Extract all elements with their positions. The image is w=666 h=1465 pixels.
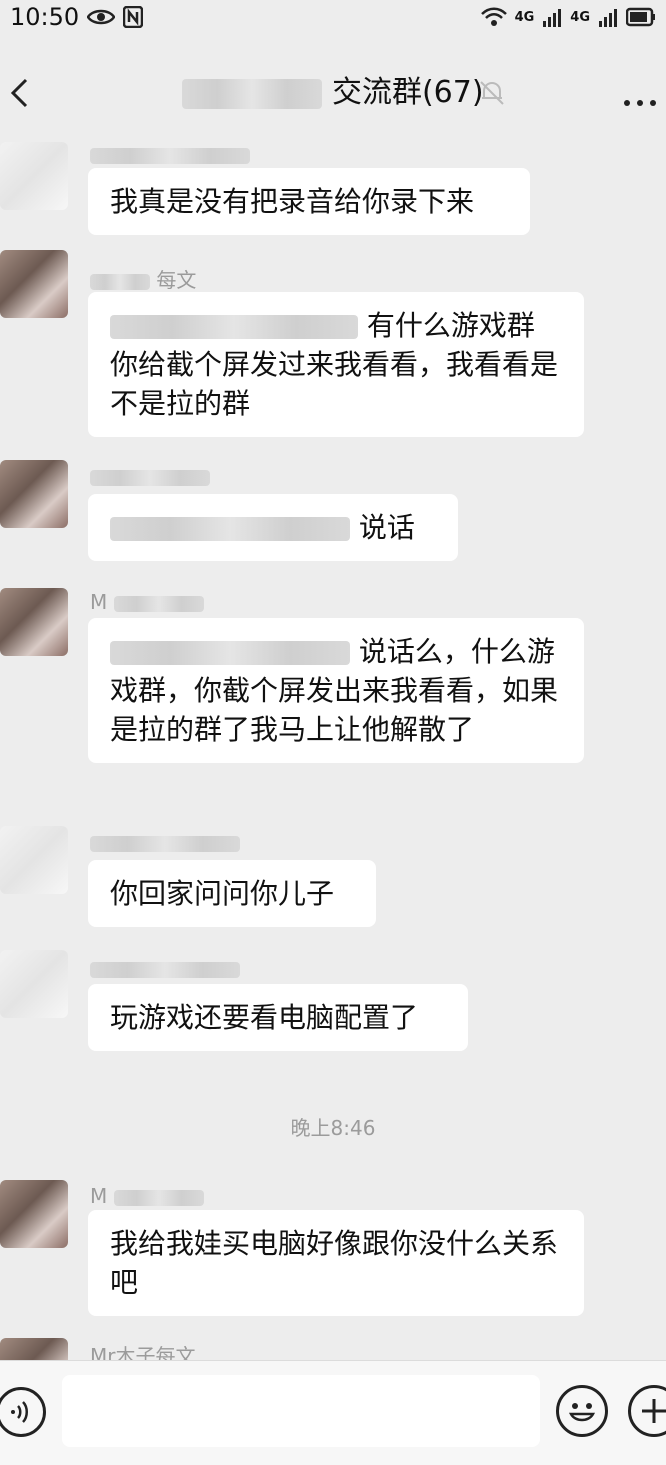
message-text: 玩游戏还要看电脑配置了 <box>110 1001 419 1034</box>
message-bubble[interactable]: 说话么，什么游戏群，你截个屏发出来我看看，如果是拉的群了我马上让他解散了 <box>88 618 584 763</box>
message-bubble[interactable]: 你回家问问你儿子 <box>88 860 376 927</box>
sender-name-text: M <box>90 1184 108 1208</box>
avatar[interactable] <box>0 588 68 656</box>
wifi-icon <box>480 7 507 26</box>
message-text: 你回家问问你儿子 <box>110 877 335 910</box>
avatar[interactable] <box>0 142 68 210</box>
message-text: 我给我娃买电脑好像跟你没什么关系吧 <box>110 1227 559 1299</box>
sender-name: M <box>90 590 204 614</box>
sender-name: M <box>90 1184 204 1208</box>
voice-icon[interactable] <box>0 1387 46 1437</box>
chat-title-text: 交流群(67) <box>331 75 484 110</box>
sender-name-redacted <box>90 142 250 166</box>
avatar[interactable] <box>0 950 68 1018</box>
sender-name-text: 每文 <box>156 268 197 292</box>
message-bubble[interactable]: 我真是没有把录音给你录下来 <box>88 168 530 235</box>
chat-area[interactable]: 我真是没有把录音给你录下来 每文 有什么游戏群你给截个屏发过来我看看，我看看是不… <box>0 130 666 1360</box>
avatar[interactable] <box>0 460 68 528</box>
more-options-icon[interactable] <box>622 86 658 114</box>
message-text: 我真是没有把录音给你录下来 <box>110 185 475 218</box>
message-bubble[interactable]: 我给我娃买电脑好像跟你没什么关系吧 <box>88 1210 584 1316</box>
message-text: 说话 <box>358 511 415 544</box>
message-input[interactable] <box>62 1375 540 1447</box>
plus-icon[interactable] <box>628 1385 666 1437</box>
mention-redaction <box>110 315 358 339</box>
mention-redaction <box>110 641 350 665</box>
sender-name: 每文 <box>90 264 196 293</box>
mention-redaction <box>110 517 350 541</box>
signal-icon-1 <box>543 9 562 27</box>
sender-name-redacted <box>90 464 210 488</box>
signal-label-1: 4G <box>514 9 535 25</box>
avatar[interactable] <box>0 826 68 894</box>
battery-icon <box>626 7 655 27</box>
message-bubble[interactable]: 说话 <box>88 494 458 561</box>
message-bubble[interactable]: 玩游戏还要看电脑配置了 <box>88 984 468 1051</box>
mute-bell-icon <box>480 81 504 105</box>
title-redaction <box>182 78 323 109</box>
signal-label-2: 4G <box>570 9 590 25</box>
signal-icon-2 <box>599 9 617 27</box>
avatar[interactable] <box>0 1180 68 1248</box>
avatar[interactable] <box>0 1338 68 1360</box>
sender-name-text: M <box>90 590 108 614</box>
nfc-icon <box>123 6 144 28</box>
message-timestamp: 晚上8:46 <box>290 1116 376 1140</box>
sender-name-redacted <box>90 830 240 854</box>
status-time: 10:50 <box>10 3 80 31</box>
sender-name-redacted <box>90 956 240 980</box>
sender-name: Mr木子每文 <box>90 1344 196 1360</box>
chat-title: 交流群(67) <box>0 78 666 109</box>
status-bar: 10:50 4G 4G <box>0 0 666 34</box>
emoji-icon[interactable] <box>556 1385 608 1437</box>
message-bubble[interactable]: 有什么游戏群你给截个屏发过来我看看，我看看是不是拉的群 <box>88 292 584 437</box>
eye-icon <box>87 9 116 25</box>
input-bar <box>0 1360 666 1465</box>
avatar[interactable] <box>0 250 68 318</box>
